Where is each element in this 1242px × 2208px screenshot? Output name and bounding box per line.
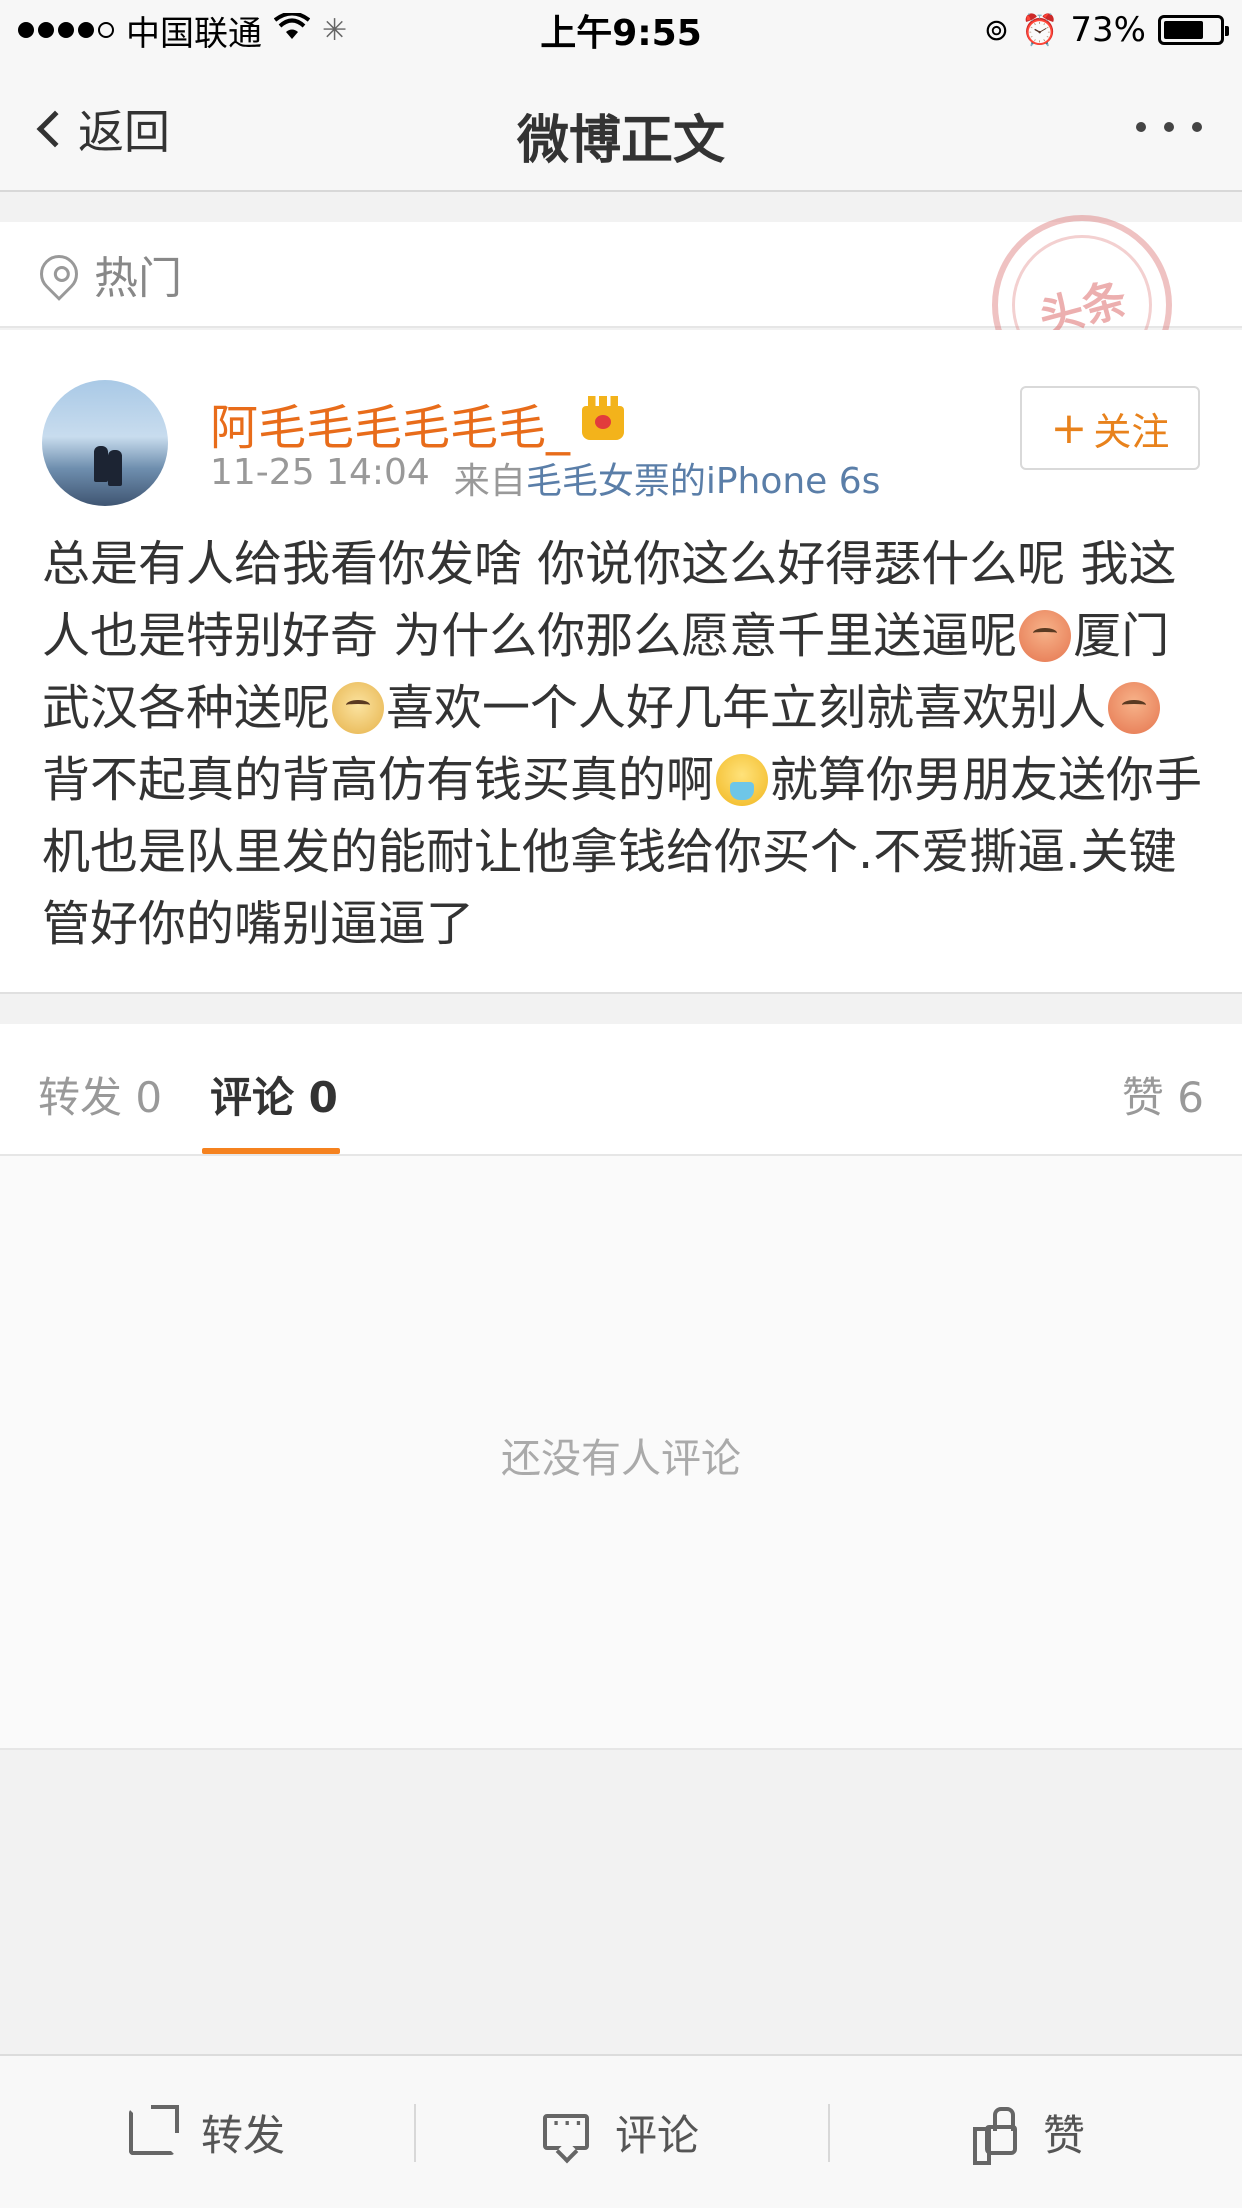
signal-strength-icon xyxy=(18,22,114,38)
more-options-button[interactable] xyxy=(1136,122,1202,132)
sick-emoji-icon xyxy=(716,754,769,806)
active-tab-indicator xyxy=(202,1148,340,1154)
hot-label: 热门 xyxy=(94,253,182,304)
tab-comments[interactable]: 评论 0 xyxy=(210,1064,338,1125)
back-button[interactable]: 返回 xyxy=(30,96,170,162)
follow-button[interactable]: + 关注 xyxy=(1020,386,1200,470)
bottom-toolbar: 转发 评论 赞 xyxy=(0,2054,1242,2208)
source-prefix: 来自 xyxy=(453,461,526,502)
author-name-text: 阿毛毛毛毛毛毛_ xyxy=(210,400,571,456)
post-card: 阿毛毛毛毛毛毛_ 11-25 14:04 来自毛毛女票的iPhone 6s + … xyxy=(0,330,1242,994)
nav-bar: 返回 微博正文 xyxy=(0,60,1242,192)
page-title: 微博正文 xyxy=(516,111,725,171)
thumbs-up-icon xyxy=(972,2107,1017,2165)
carrier-label: 中国联通 xyxy=(126,13,262,54)
post-text-segment: 背不起真的背高仿有钱买真的啊 xyxy=(42,752,715,808)
comments-list: 还没有人评论 xyxy=(0,1156,1242,1750)
post-timestamp: 11-25 14:04 xyxy=(210,452,430,493)
status-right: ⊚ ⏰ 73% xyxy=(983,10,1229,50)
shy-emoji-icon xyxy=(1019,610,1072,662)
shy-emoji-icon xyxy=(1108,682,1161,734)
status-left: 中国联通 ✳ xyxy=(18,6,347,55)
tab-reposts[interactable]: 转发 0 xyxy=(38,1064,162,1125)
chevron-left-icon xyxy=(36,110,74,148)
wifi-icon xyxy=(273,10,311,50)
follow-label: 关注 xyxy=(1093,409,1170,454)
back-label: 返回 xyxy=(78,105,170,159)
tabs-bar: 转发 0 评论 0 赞 6 xyxy=(0,1024,1242,1156)
battery-icon xyxy=(1158,15,1229,45)
post-body: 总是有人给我看你发啥 你说你这么好得瑟什么呢 我这人也是特别好奇 为什么你那么愿… xyxy=(42,528,1204,960)
status-bar: 中国联通 ✳ 上午9:55 ⊚ ⏰ 73% xyxy=(0,0,1242,60)
battery-percent: 73% xyxy=(1070,10,1146,50)
post-source: 来自毛毛女票的iPhone 6s xyxy=(454,452,881,504)
repost-label: 转发 xyxy=(200,2110,285,2160)
plus-icon: + xyxy=(1050,402,1088,454)
empty-comments-message: 还没有人评论 xyxy=(501,1436,741,1482)
post-text-segment: 喜欢一个人好几年立刻就喜欢别人 xyxy=(386,680,1107,736)
doge-emoji-icon xyxy=(332,682,385,734)
like-label: 赞 xyxy=(1042,2110,1085,2160)
author-name[interactable]: 阿毛毛毛毛毛毛_ xyxy=(210,388,625,458)
comment-label: 评论 xyxy=(614,2110,699,2160)
post-text-segment: 总是有人给我看你发啥 你说你这么好得瑟什么呢 我这人也是特别好奇 为什么你那么愿… xyxy=(42,536,1177,664)
like-button[interactable]: 赞 xyxy=(828,2056,1242,2208)
vip-crown-icon xyxy=(582,396,625,440)
avatar[interactable] xyxy=(42,380,168,506)
comment-button[interactable]: 评论 xyxy=(414,2056,828,2208)
repost-button[interactable]: 转发 xyxy=(0,2056,414,2208)
rotation-lock-icon: ⊚ xyxy=(983,12,1010,48)
comment-icon xyxy=(542,2104,589,2150)
share-icon xyxy=(128,2105,179,2155)
alarm-icon: ⏰ xyxy=(1021,12,1059,48)
post-meta: 11-25 14:04 来自毛毛女票的iPhone 6s xyxy=(210,452,880,504)
tab-likes[interactable]: 赞 6 xyxy=(1122,1064,1204,1125)
loading-spinner-icon: ✳ xyxy=(322,12,348,48)
location-pin-icon xyxy=(32,247,86,301)
source-link[interactable]: 毛毛女票的iPhone 6s xyxy=(526,461,881,502)
